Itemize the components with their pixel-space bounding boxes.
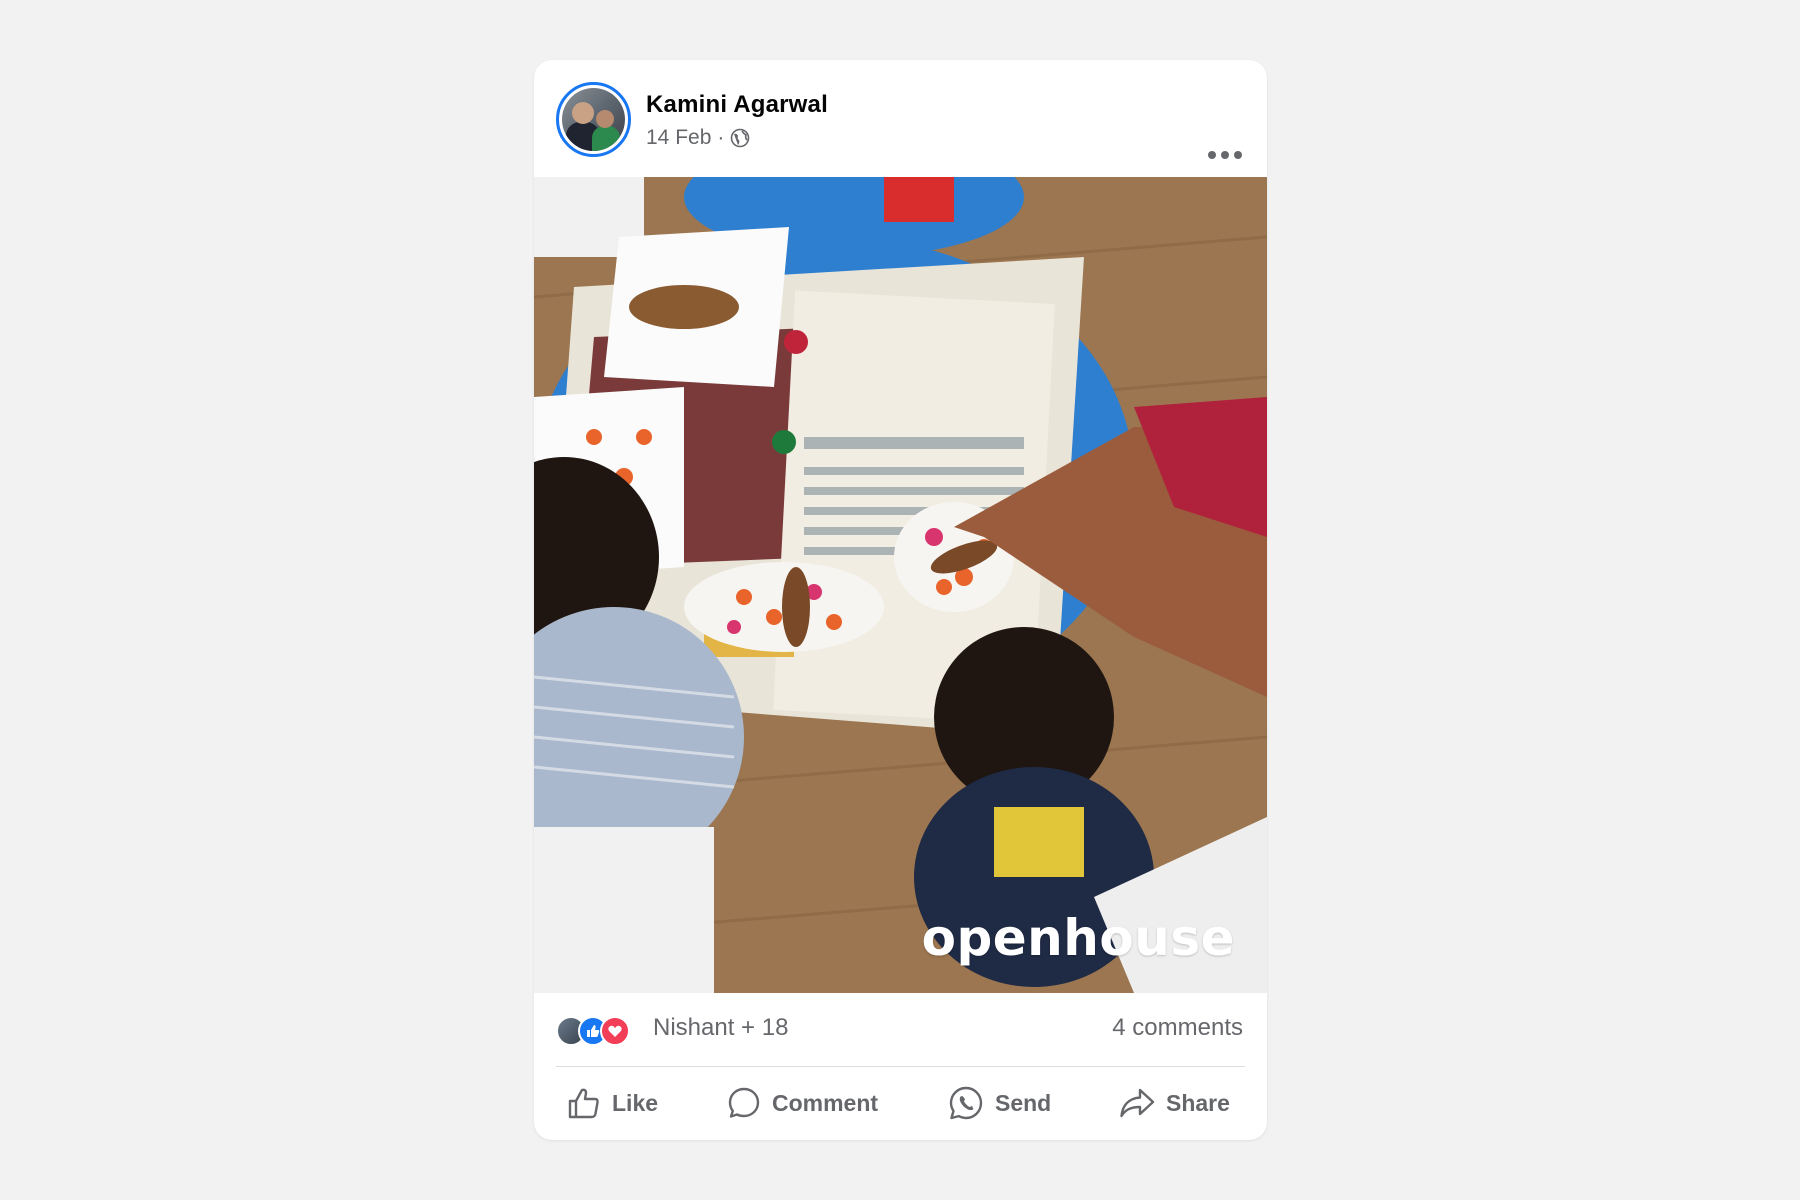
- share-icon: [1120, 1088, 1155, 1118]
- like-button[interactable]: Like: [566, 1078, 658, 1128]
- post-header: Kamini Agarwal 14 Feb ·: [534, 60, 1267, 177]
- share-label: Share: [1166, 1089, 1230, 1116]
- comment-button[interactable]: Comment: [726, 1078, 878, 1128]
- action-bar: Like Comment Send Share: [534, 1068, 1267, 1140]
- reactions-bar: Nishant + 18 4 comments: [534, 993, 1267, 1069]
- comment-label: Comment: [772, 1089, 879, 1116]
- post-date[interactable]: 14 Feb: [646, 126, 711, 150]
- author-avatar[interactable]: [556, 82, 631, 157]
- post-card: Kamini Agarwal 14 Feb · openhouse Nishan…: [534, 60, 1267, 1140]
- post-photo[interactable]: openhouse: [534, 177, 1267, 993]
- whatsapp-icon: [949, 1086, 983, 1120]
- photo-scene: [534, 177, 1267, 993]
- author-name[interactable]: Kamini Agarwal: [646, 91, 828, 119]
- share-button[interactable]: Share: [1118, 1078, 1230, 1128]
- love-reaction-icon: [600, 1016, 630, 1046]
- post-meta: 14 Feb ·: [646, 126, 750, 150]
- openhouse-watermark: openhouse: [921, 909, 1235, 967]
- reaction-icons[interactable]: [556, 1016, 630, 1046]
- comment-icon: [728, 1087, 760, 1118]
- send-button[interactable]: Send: [947, 1078, 1051, 1128]
- avatar-photo: [562, 88, 625, 151]
- globe-icon: [730, 128, 750, 148]
- thumbs-up-icon: [568, 1088, 599, 1119]
- more-horizontal-icon: [1208, 151, 1216, 159]
- comments-count[interactable]: 4 comments: [1112, 1014, 1243, 1042]
- send-label: Send: [995, 1089, 1052, 1116]
- divider: [556, 1066, 1245, 1067]
- more-options-button[interactable]: [1208, 148, 1244, 162]
- meta-separator: ·: [717, 126, 725, 149]
- like-label: Like: [612, 1089, 659, 1116]
- reaction-summary[interactable]: Nishant + 18: [653, 1014, 788, 1042]
